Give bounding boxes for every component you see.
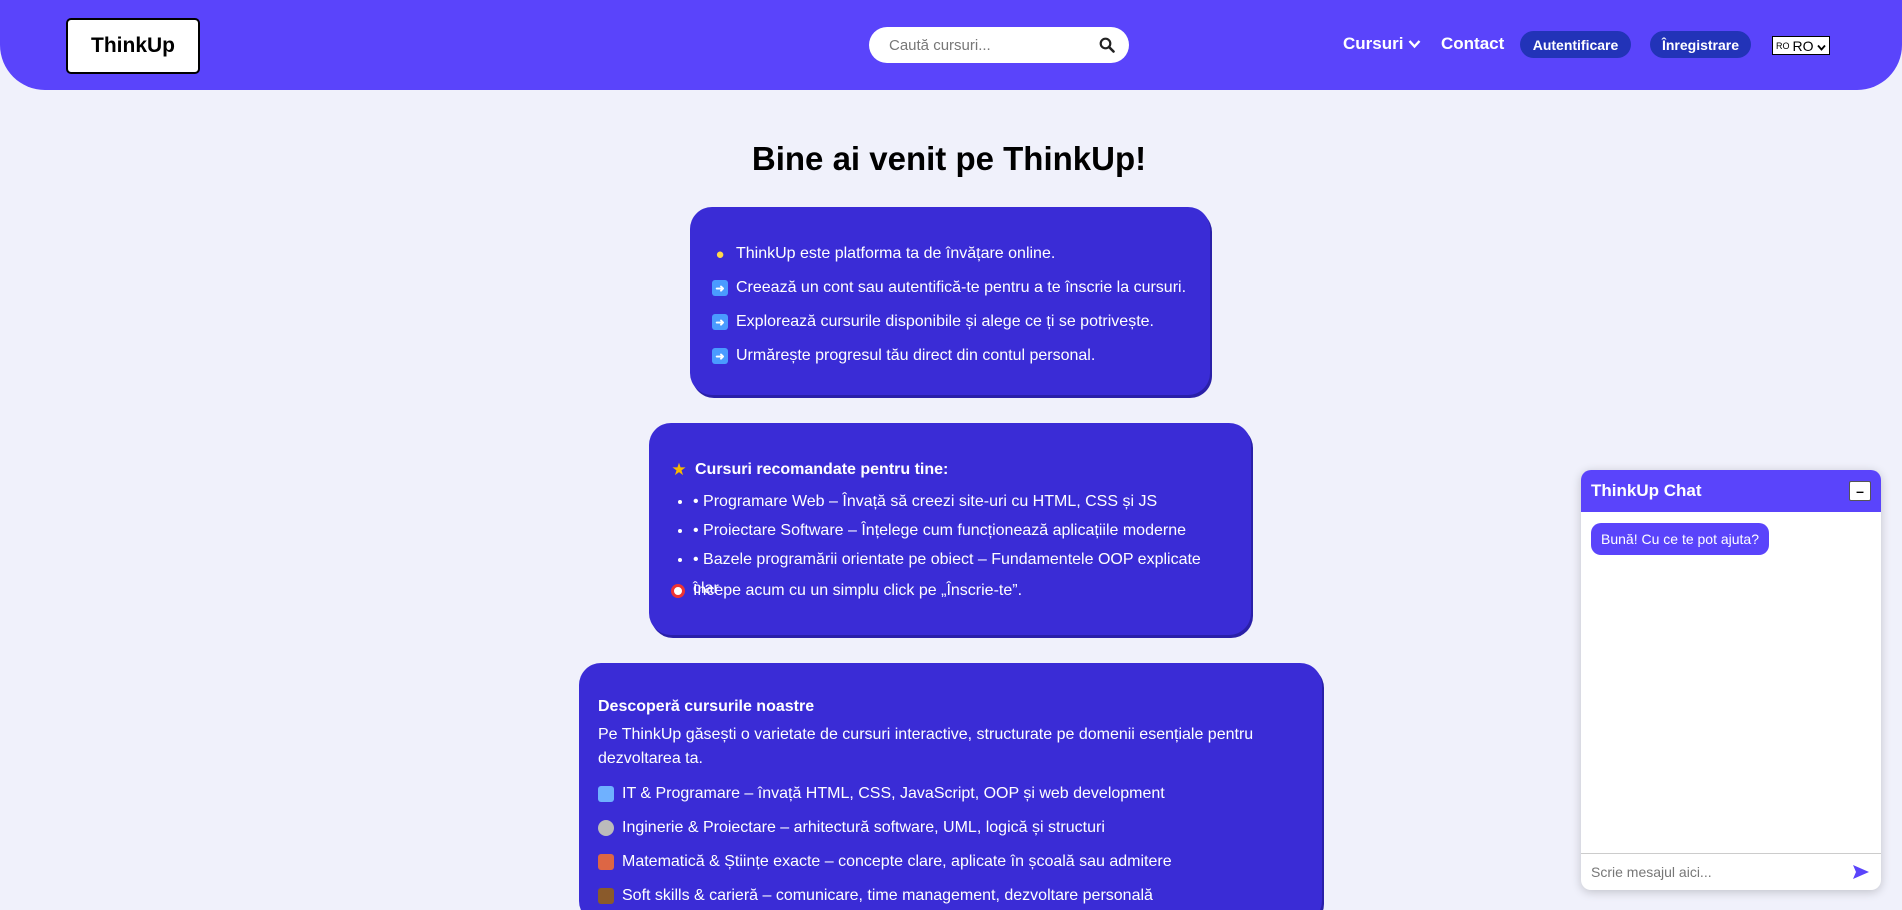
chat-minimize-button[interactable]: – <box>1849 481 1871 501</box>
intro-card: ● ThinkUp este platforma ta de învățare … <box>690 207 1210 395</box>
intro-item: ● ThinkUp este platforma ta de învățare … <box>712 237 1188 271</box>
star-icon: ★ <box>671 460 687 479</box>
language-code: RO <box>1792 37 1814 54</box>
recommended-heading: ★ Cursuri recomandate pentru tine: <box>671 453 1229 487</box>
intro-text: ThinkUp este platforma ta de învățare on… <box>736 245 1056 262</box>
recommended-course-item[interactable]: • Bazele programării orientate pe obiect… <box>693 545 1229 597</box>
intro-item: ➜ Explorează cursurile disponibile și al… <box>712 305 1188 339</box>
top-navbar: ThinkUp Cursuri Contact Autentificare În… <box>0 0 1902 90</box>
gear-icon <box>598 820 614 836</box>
intro-item: ➜ Creează un cont sau autentifică-te pen… <box>712 271 1188 305</box>
target-icon <box>671 584 685 598</box>
intro-text: Creează un cont sau autentifică-te pentr… <box>736 279 1187 296</box>
abacus-icon <box>598 854 614 870</box>
chat-title: ThinkUp Chat <box>1591 481 1702 500</box>
site-logo[interactable]: ThinkUp <box>66 18 200 74</box>
chat-header: ThinkUp Chat – <box>1581 470 1881 512</box>
domain-text: Matematică & Științe exacte – concepte c… <box>622 853 1172 870</box>
login-button[interactable]: Autentificare <box>1520 31 1631 58</box>
right-arrow-icon: ➜ <box>712 348 728 364</box>
search-input[interactable] <box>889 36 1097 54</box>
recommended-courses-card: ★ Cursuri recomandate pentru tine: • Pro… <box>649 423 1251 635</box>
domain-item[interactable]: IT & Programare – învață HTML, CSS, Java… <box>598 777 1303 811</box>
intro-item: ➜ Urmărește progresul tău direct din con… <box>712 339 1188 373</box>
recommended-course-item[interactable]: • Programare Web – Învață să creezi site… <box>693 487 1229 516</box>
right-arrow-icon: ➜ <box>712 314 728 330</box>
intro-text: Urmărește progresul tău direct din contu… <box>736 347 1096 364</box>
nav-courses-label: Cursuri <box>1343 34 1404 53</box>
briefcase-icon <box>598 888 614 904</box>
laptop-icon <box>598 786 614 802</box>
chevron-down-icon <box>1816 38 1826 54</box>
domain-item[interactable]: Inginerie & Proiectare – arhitectură sof… <box>598 811 1303 845</box>
domain-text: Inginerie & Proiectare – arhitectură sof… <box>622 819 1105 836</box>
recommended-cta-text: Începe acum cu un simplu click pe „Înscr… <box>693 582 1023 599</box>
discover-courses-card: Descoperă cursurile noastre Pe ThinkUp g… <box>579 663 1322 910</box>
nav-contact-link[interactable]: Contact <box>1441 34 1504 54</box>
register-button[interactable]: Înregistrare <box>1650 31 1751 58</box>
chat-bot-message: Bună! Cu ce te pot ajuta? <box>1591 523 1769 555</box>
chat-widget: ThinkUp Chat – Bună! Cu ce te pot ajuta? <box>1581 470 1881 890</box>
send-icon[interactable] <box>1851 862 1871 882</box>
search-bar <box>869 27 1129 63</box>
domain-text: Soft skills & carieră – comunicare, time… <box>622 887 1153 904</box>
intro-text: Explorează cursurile disponibile și aleg… <box>736 313 1154 330</box>
page-title: Bine ai venit pe ThinkUp! <box>751 140 1147 177</box>
chat-input-bar <box>1581 853 1881 890</box>
chevron-down-icon <box>1408 34 1421 54</box>
nav-courses-dropdown[interactable]: Cursuri <box>1343 34 1421 54</box>
recommended-heading-text: Cursuri recomandate pentru tine: <box>695 461 949 478</box>
search-icon[interactable] <box>1097 35 1117 55</box>
domain-item[interactable]: Soft skills & carieră – comunicare, time… <box>598 879 1303 910</box>
light-bulb-icon: ● <box>715 245 725 263</box>
right-arrow-icon: ➜ <box>712 280 728 296</box>
recommended-course-item[interactable]: • Proiectare Software – Înțelege cum fun… <box>693 516 1229 545</box>
domain-text: IT & Programare – învață HTML, CSS, Java… <box>622 785 1165 802</box>
language-flag-label: RO <box>1776 40 1790 51</box>
discover-text: Pe ThinkUp găsești o varietate de cursur… <box>598 726 1254 767</box>
language-select[interactable]: RO RO <box>1772 36 1830 55</box>
domain-item[interactable]: Matematică & Științe exacte – concepte c… <box>598 845 1303 879</box>
chat-message-input[interactable] <box>1591 864 1851 880</box>
recommended-list: • Programare Web – Învață să creezi site… <box>671 487 1229 597</box>
discover-heading: Descoperă cursurile noastre <box>598 698 815 715</box>
recommended-cta: Începe acum cu un simplu click pe „Înscr… <box>671 574 1229 608</box>
